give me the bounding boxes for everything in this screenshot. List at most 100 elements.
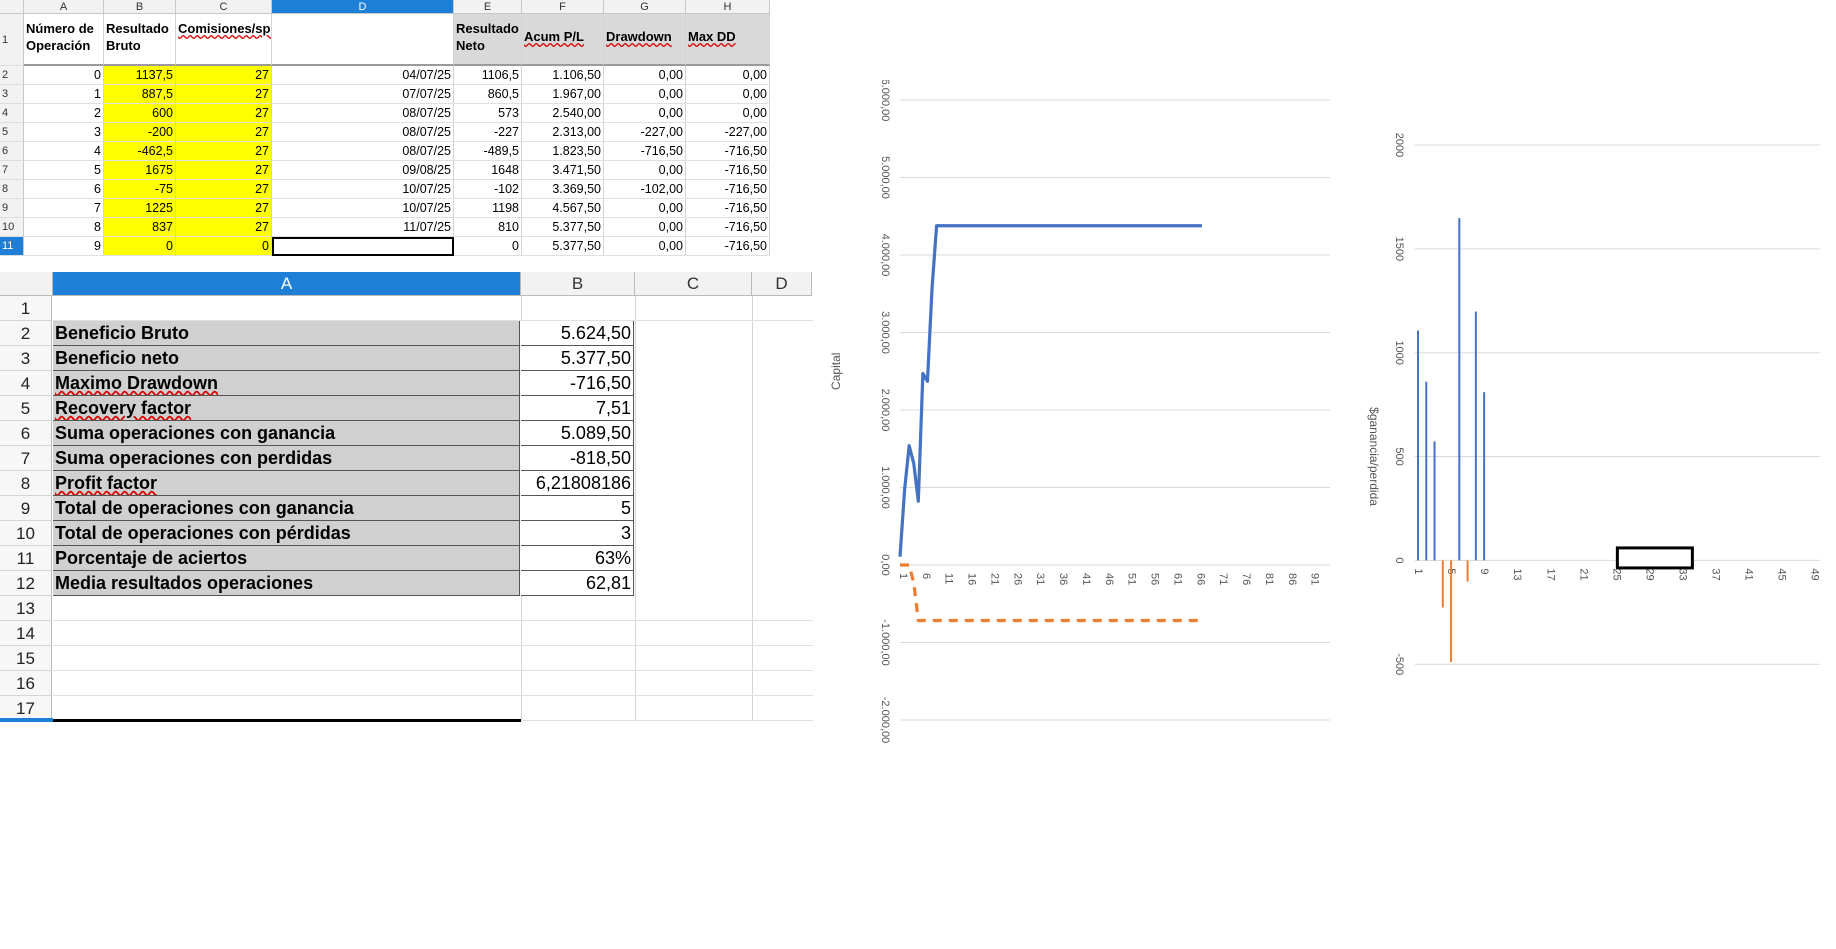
table-cell[interactable]: 837: [104, 218, 176, 237]
table-cell[interactable]: 5: [24, 161, 104, 180]
column-header-e[interactable]: E: [454, 0, 522, 14]
table-cell[interactable]: 0,00: [686, 66, 770, 85]
bar[interactable]: [1450, 560, 1453, 663]
metric-value[interactable]: 7,51: [521, 396, 634, 421]
table-cell[interactable]: 5.377,50: [522, 237, 604, 256]
table-cell[interactable]: 0,00: [604, 85, 686, 104]
row-header-16[interactable]: 16: [0, 671, 52, 696]
table-cell[interactable]: 0,00: [604, 104, 686, 123]
table-cell[interactable]: 27: [176, 66, 272, 85]
table-cell[interactable]: 2.313,00: [522, 123, 604, 142]
row-header-13[interactable]: 13: [0, 596, 52, 621]
table-cell[interactable]: 3.471,50: [522, 161, 604, 180]
profit-loss-bar-chart[interactable]: 2000150010005000-500$ganancia/perdida159…: [1360, 125, 1830, 705]
row-header-2[interactable]: 2: [0, 321, 52, 346]
table-cell[interactable]: -716,50: [604, 142, 686, 161]
table-cell[interactable]: 2.540,00: [522, 104, 604, 123]
table-cell[interactable]: 08/07/25: [272, 142, 454, 161]
bar[interactable]: [1425, 381, 1428, 561]
metric-value[interactable]: 5.377,50: [521, 346, 634, 371]
row-header-6[interactable]: 6: [0, 421, 52, 446]
table-cell[interactable]: 0,00: [604, 199, 686, 218]
row-header-3[interactable]: 3: [0, 346, 52, 371]
table-cell[interactable]: 1198: [454, 199, 522, 218]
table-cell[interactable]: 0,00: [604, 66, 686, 85]
row-header-5[interactable]: 5: [0, 123, 24, 142]
table-cell[interactable]: -227,00: [686, 123, 770, 142]
table-cell[interactable]: 0,00: [604, 218, 686, 237]
table-cell[interactable]: 1648: [454, 161, 522, 180]
row-header-10[interactable]: 10: [0, 521, 52, 546]
metric-label[interactable]: Suma operaciones con ganancia: [53, 421, 520, 446]
header-cell-d[interactable]: [272, 14, 454, 66]
table-cell[interactable]: -716,50: [686, 161, 770, 180]
header-cell-h[interactable]: Max DD: [686, 14, 770, 66]
column-header-b[interactable]: B: [521, 272, 635, 296]
row-header-2[interactable]: 2: [0, 66, 24, 85]
metric-value[interactable]: -716,50: [521, 371, 634, 396]
row-header-8[interactable]: 8: [0, 180, 24, 199]
table-cell[interactable]: 1225: [104, 199, 176, 218]
table-cell[interactable]: 6: [24, 180, 104, 199]
table-cell[interactable]: 600: [104, 104, 176, 123]
table-cell[interactable]: -716,50: [686, 180, 770, 199]
column-header-d[interactable]: D: [272, 0, 454, 14]
table-cell[interactable]: 3.369,50: [522, 180, 604, 199]
column-header-b[interactable]: B: [104, 0, 176, 14]
metric-value[interactable]: 5: [521, 496, 634, 521]
row-header-10[interactable]: 10: [0, 218, 24, 237]
row-header-12[interactable]: 12: [0, 571, 52, 596]
bar[interactable]: [1458, 218, 1461, 561]
table-cell[interactable]: -716,50: [686, 142, 770, 161]
table-cell[interactable]: 10/07/25: [272, 199, 454, 218]
header-cell-b[interactable]: Resultado Bruto: [104, 14, 176, 66]
table-cell[interactable]: 0: [176, 237, 272, 256]
series-line-capital[interactable]: [898, 224, 1202, 557]
corner-select-all[interactable]: [0, 0, 24, 14]
table-cell[interactable]: 7: [24, 199, 104, 218]
metric-value[interactable]: 5.624,50: [521, 321, 634, 346]
table-cell[interactable]: 27: [176, 199, 272, 218]
metric-value[interactable]: 62,81: [521, 571, 634, 596]
column-header-c[interactable]: C: [635, 272, 752, 296]
metric-value[interactable]: 6,21808186: [521, 471, 634, 496]
table-cell[interactable]: 810: [454, 218, 522, 237]
table-cell[interactable]: 9: [24, 237, 104, 256]
table-cell[interactable]: -489,5: [454, 142, 522, 161]
table-cell[interactable]: 1137,5: [104, 66, 176, 85]
row-header-1[interactable]: 1: [0, 14, 24, 66]
row-header-5[interactable]: 5: [0, 396, 52, 421]
table-cell[interactable]: 0: [454, 237, 522, 256]
table-cell[interactable]: 1.967,00: [522, 85, 604, 104]
column-header-f[interactable]: F: [522, 0, 604, 14]
table-cell[interactable]: -227,00: [604, 123, 686, 142]
table-cell[interactable]: 0,00: [686, 104, 770, 123]
table-cell[interactable]: 5.377,50: [522, 218, 604, 237]
table-cell[interactable]: -75: [104, 180, 176, 199]
row-header-9[interactable]: 9: [0, 496, 52, 521]
bar[interactable]: [1466, 560, 1469, 582]
table-cell[interactable]: -716,50: [686, 218, 770, 237]
bar[interactable]: [1483, 392, 1486, 561]
header-cell-f[interactable]: Acum P/L: [522, 14, 604, 66]
row-header-3[interactable]: 3: [0, 85, 24, 104]
table-cell[interactable]: 1: [24, 85, 104, 104]
table-cell[interactable]: 09/08/25: [272, 161, 454, 180]
table-cell[interactable]: 0: [24, 66, 104, 85]
table-cell[interactable]: 27: [176, 123, 272, 142]
table-cell[interactable]: 10/07/25: [272, 180, 454, 199]
table-cell[interactable]: 8: [24, 218, 104, 237]
row-header-7[interactable]: 7: [0, 161, 24, 180]
table-cell[interactable]: 08/07/25: [272, 104, 454, 123]
row-header-11[interactable]: 11: [0, 237, 24, 256]
table-cell[interactable]: -200: [104, 123, 176, 142]
table-cell[interactable]: 0,00: [604, 161, 686, 180]
table-cell[interactable]: 04/07/25: [272, 66, 454, 85]
table-cell[interactable]: 0,00: [604, 237, 686, 256]
row-header-4[interactable]: 4: [0, 371, 52, 396]
column-header-a[interactable]: A: [53, 272, 521, 296]
row-header-9[interactable]: 9: [0, 199, 24, 218]
row-header-7[interactable]: 7: [0, 446, 52, 471]
metric-value[interactable]: -818,50: [521, 446, 634, 471]
table-cell[interactable]: 0: [104, 237, 176, 256]
